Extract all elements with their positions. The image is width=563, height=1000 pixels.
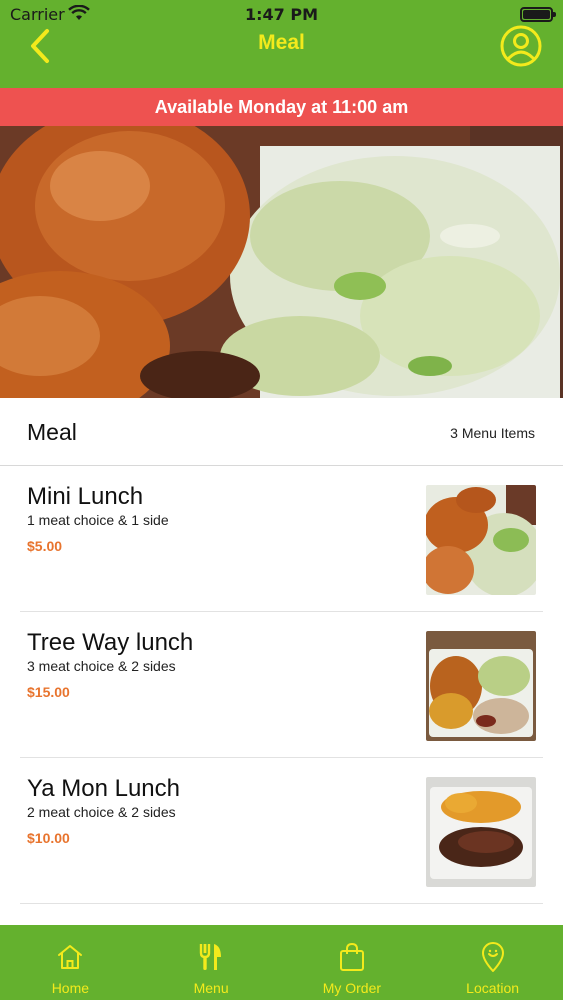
menu-item-ya-mon-lunch[interactable]: Ya Mon Lunch 2 meat choice & 2 sides $10…: [20, 758, 543, 904]
tab-bar: Home Menu My Order Location: [0, 925, 563, 1000]
item-description: 2 meat choice & 2 sides: [27, 804, 176, 820]
section-header: Meal 3 Menu Items: [0, 398, 563, 466]
tab-label: Location: [466, 980, 520, 996]
item-name: Ya Mon Lunch: [27, 775, 180, 802]
menu-item-count: 3 Menu Items: [450, 425, 535, 441]
tab-home[interactable]: Home: [0, 925, 141, 1000]
shopping-bag-icon: [339, 942, 364, 971]
profile-button[interactable]: [499, 24, 543, 68]
item-price: $5.00: [27, 538, 63, 554]
item-description: 1 meat choice & 1 side: [27, 512, 169, 528]
tab-label: Home: [51, 980, 90, 996]
item-price: $10.00: [27, 830, 70, 846]
location-pin-icon: [481, 942, 504, 972]
page-title: Meal: [258, 31, 305, 54]
hero-food-image: [0, 126, 563, 398]
item-thumbnail: [426, 485, 536, 595]
item-price: $15.00: [27, 684, 70, 700]
menu-item-tree-way-lunch[interactable]: Tree Way lunch 3 meat choice & 2 sides $…: [20, 612, 543, 758]
tab-my-order[interactable]: My Order: [282, 925, 423, 1000]
availability-banner: Available Monday at 11:00 am: [0, 88, 563, 126]
item-name: Tree Way lunch: [27, 629, 194, 656]
status-bar: Carrier 1:47 PM: [0, 0, 563, 30]
tab-location[interactable]: Location: [422, 925, 563, 1000]
item-thumbnail: [426, 777, 536, 887]
section-title: Meal: [27, 419, 77, 445]
menu-item-mini-lunch[interactable]: Mini Lunch 1 meat choice & 1 side $5.00: [20, 466, 543, 612]
tab-label: My Order: [322, 980, 382, 996]
clock-time: 1:47 PM: [244, 5, 318, 24]
item-name: Mini Lunch: [27, 483, 144, 510]
battery-icon: [520, 7, 556, 22]
tab-menu[interactable]: Menu: [141, 925, 282, 1000]
user-icon: [500, 25, 542, 67]
item-description: 3 meat choice & 2 sides: [27, 658, 176, 674]
home-icon: [58, 945, 83, 969]
tab-label: Menu: [193, 980, 229, 996]
item-thumbnail: [426, 631, 536, 741]
app-header: Carrier 1:47 PM Meal: [0, 0, 563, 88]
fork-knife-icon: [199, 944, 222, 970]
